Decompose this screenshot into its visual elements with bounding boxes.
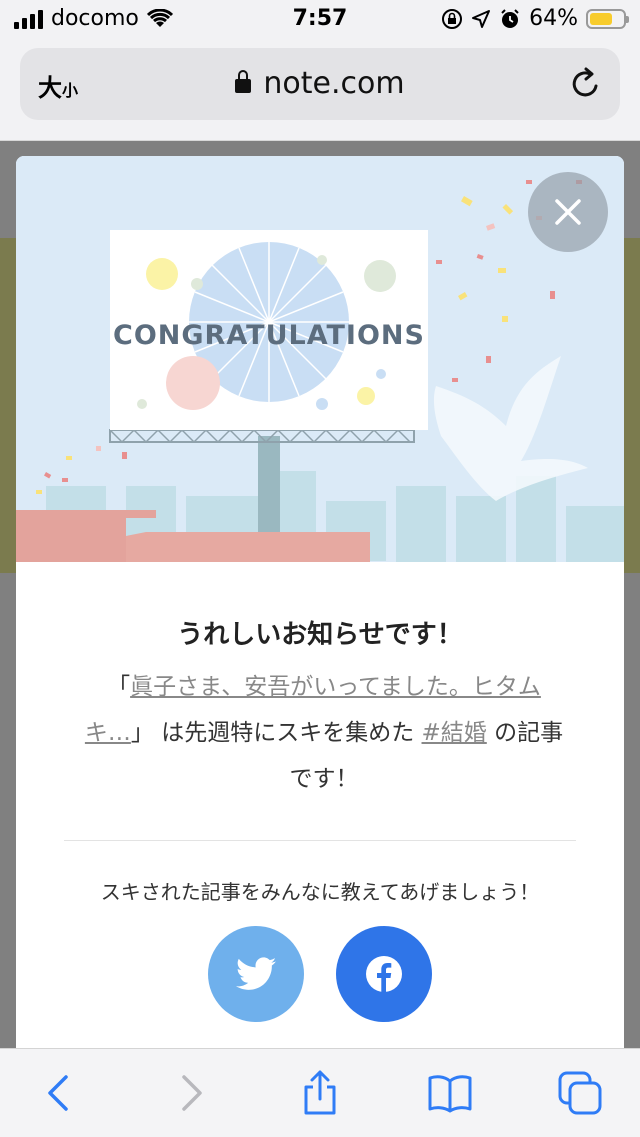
modal-title: うれしいお知らせです！ [177, 620, 463, 650]
congratulations-illustration: CONGRATULATIONS [16, 156, 624, 562]
tabs-icon[interactable] [556, 1069, 604, 1117]
lock-icon [235, 70, 252, 93]
url-host[interactable]: note.com [20, 66, 620, 101]
twitter-share-button[interactable] [208, 926, 304, 1022]
chevron-left-icon[interactable] [36, 1069, 84, 1117]
share-prompt: スキされた記事をみんなに教えてあげましょう！ [100, 880, 540, 904]
status-bar: docomo 7:57 64% [0, 0, 640, 40]
facebook-share-button[interactable] [336, 926, 432, 1022]
chevron-right-icon[interactable] [166, 1069, 214, 1117]
battery-percent: 64% [529, 6, 578, 31]
facebook-icon [366, 956, 402, 992]
share-icon[interactable] [296, 1069, 344, 1117]
message-middle: は先週特にスキを集めた [161, 720, 415, 746]
notification-modal: CONGRATULATIONS うれしいお知らせです！ 「眞子さま、安吾がいって… [16, 156, 624, 1048]
reload-icon[interactable] [568, 66, 604, 102]
browser-toolbar [0, 1048, 640, 1137]
status-right: 64% [441, 6, 629, 31]
battery-icon [586, 8, 629, 29]
notification-message: 「眞子さま、安吾がいってました。ヒタムキ…」 は先週特にスキを集めた #結婚 の… [74, 664, 574, 802]
close-quote: 」 [130, 720, 154, 746]
divider [64, 840, 576, 841]
hashtag-link[interactable]: #結婚 [422, 720, 487, 746]
url-host-text: note.com [263, 66, 405, 101]
book-icon[interactable] [426, 1069, 474, 1117]
billboard-text: CONGRATULATIONS [113, 320, 425, 351]
alarm-icon [501, 8, 519, 28]
twitter-icon [236, 957, 276, 990]
browser-url-area: 大小 note.com [0, 40, 640, 141]
location-icon [472, 9, 491, 28]
close-icon [555, 199, 581, 225]
orientation-lock-icon [442, 8, 463, 29]
close-button[interactable] [528, 172, 608, 252]
address-bar[interactable]: 大小 note.com [20, 48, 620, 120]
open-quote: 「 [107, 674, 131, 700]
